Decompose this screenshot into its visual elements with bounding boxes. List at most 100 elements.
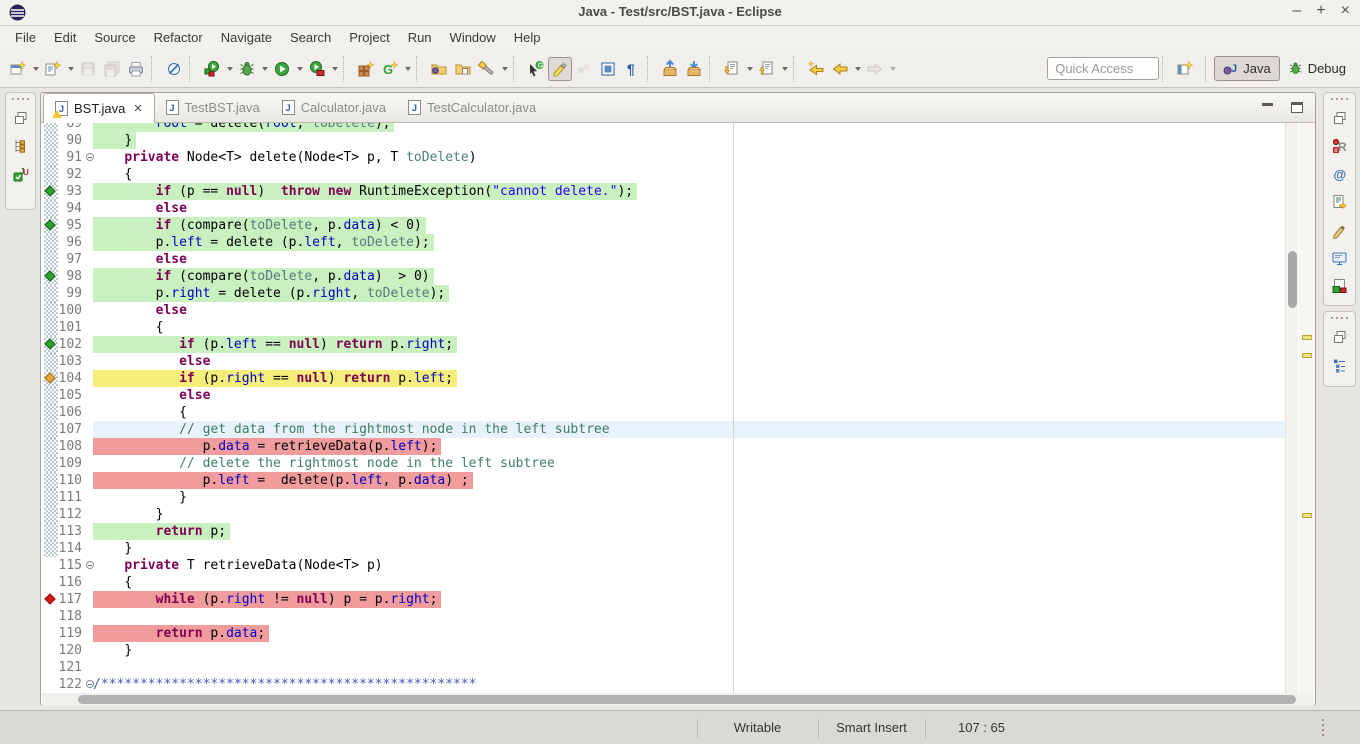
annotation-ruler-cell[interactable] xyxy=(44,268,58,285)
code-line[interactable]: 114 } xyxy=(44,540,1285,557)
code-line[interactable]: 109 // delete the rightmost node in the … xyxy=(44,455,1285,472)
generate-dropdown[interactable] xyxy=(402,57,413,81)
run-external-tools-dropdown[interactable] xyxy=(329,57,340,81)
code-line[interactable]: 100 else xyxy=(44,302,1285,319)
code-line[interactable]: 116 { xyxy=(44,574,1285,591)
line-number[interactable]: 103 xyxy=(58,353,86,370)
java-perspective-button[interactable]: J Java xyxy=(1214,56,1279,81)
annotation-ruler-cell[interactable] xyxy=(44,574,58,591)
code-line[interactable]: 90 } xyxy=(44,132,1285,149)
mark-occurrences-toggle[interactable] xyxy=(548,57,572,81)
show-source-of-element-button[interactable] xyxy=(596,57,620,81)
line-number[interactable]: 110 xyxy=(58,472,86,489)
coverage-dropdown[interactable] xyxy=(224,57,235,81)
annotation-ruler-cell[interactable] xyxy=(44,625,58,642)
dock-drag-handle[interactable] xyxy=(1331,98,1349,100)
menu-source[interactable]: Source xyxy=(85,26,144,50)
code-line[interactable]: 104 if (p.right == null) return p.left; xyxy=(44,370,1285,387)
code-line[interactable]: 110 p.left = delete(p.left, p.data) ; xyxy=(44,472,1285,489)
code-line[interactable]: 113 return p; xyxy=(44,523,1285,540)
dock-drag-handle[interactable] xyxy=(1331,317,1349,319)
code-line[interactable]: 92 { xyxy=(44,166,1285,183)
annotation-ruler-cell[interactable] xyxy=(44,642,58,659)
annotation-ruler-cell[interactable] xyxy=(44,183,58,200)
line-number[interactable]: 113 xyxy=(58,523,86,540)
last-edit-location-button[interactable] xyxy=(804,57,828,81)
line-number[interactable]: 118 xyxy=(58,608,86,625)
open-resource-button[interactable] xyxy=(451,57,475,81)
new-java-element-dropdown[interactable] xyxy=(65,57,76,81)
menu-window[interactable]: Window xyxy=(441,26,505,50)
line-number[interactable]: 101 xyxy=(58,319,86,336)
annotation-ruler-cell[interactable] xyxy=(44,659,58,676)
horizontal-scrollbar-thumb[interactable] xyxy=(78,695,1296,704)
run-external-tools-button[interactable] xyxy=(305,57,329,81)
code-line[interactable]: 108 p.data = retrieveData(p.left); xyxy=(44,438,1285,455)
print-button[interactable] xyxy=(124,57,148,81)
annotation-ruler-cell[interactable] xyxy=(44,472,58,489)
code-line[interactable]: 105 else xyxy=(44,387,1285,404)
annotation-ruler-cell[interactable] xyxy=(44,132,58,149)
code-line[interactable]: 119 return p.data; xyxy=(44,625,1285,642)
annotation-ruler-cell[interactable] xyxy=(44,302,58,319)
annotation-ruler-cell[interactable] xyxy=(44,353,58,370)
declaration-view-button[interactable] xyxy=(1329,191,1351,213)
code-line[interactable]: 89 root = delete(root, toDelete); xyxy=(44,123,1285,132)
debug-perspective-button[interactable]: Debug xyxy=(1280,56,1354,81)
line-number[interactable]: 104 xyxy=(58,370,86,387)
window-minimize-icon[interactable]: – xyxy=(1292,2,1301,20)
overview-annotation-mark[interactable] xyxy=(1302,513,1312,518)
line-number[interactable]: 120 xyxy=(58,642,86,659)
annotation-ruler-cell[interactable] xyxy=(44,404,58,421)
console-view-button[interactable] xyxy=(1329,247,1351,269)
expressions-view-button[interactable]: Rx xyxy=(1329,135,1351,157)
tab-calculator-java[interactable]: J Calculator.java xyxy=(271,93,397,122)
annotation-ruler-cell[interactable] xyxy=(44,438,58,455)
download-button[interactable] xyxy=(682,57,706,81)
code-line[interactable]: 102 if (p.left == null) return p.right; xyxy=(44,336,1285,353)
show-whitespace-button[interactable]: ¶ xyxy=(620,57,644,81)
line-number[interactable]: 89 xyxy=(58,123,86,132)
search-button[interactable] xyxy=(475,57,499,81)
line-number[interactable]: 119 xyxy=(58,625,86,642)
back-dropdown[interactable] xyxy=(852,57,863,81)
line-number[interactable]: 108 xyxy=(58,438,86,455)
code-line[interactable]: 122/************************************… xyxy=(44,676,1285,693)
debug-dropdown[interactable] xyxy=(259,57,270,81)
line-number[interactable]: 99 xyxy=(58,285,86,302)
line-number[interactable]: 122 xyxy=(58,676,86,693)
tab-bst-java[interactable]: J BST.java ✕ xyxy=(43,93,155,123)
open-type-button[interactable] xyxy=(427,57,451,81)
dock-drag-handle[interactable] xyxy=(12,98,30,100)
line-number[interactable]: 114 xyxy=(58,540,86,557)
code-line[interactable]: 115 private T retrieveData(Node<T> p) xyxy=(44,557,1285,574)
skip-breakpoints-button[interactable] xyxy=(162,57,186,81)
next-annotation-dropdown[interactable] xyxy=(744,57,755,81)
window-maximize-icon[interactable]: + xyxy=(1316,2,1325,20)
annotation-ruler-cell[interactable] xyxy=(44,608,58,625)
next-annotation-button[interactable] xyxy=(720,57,744,81)
restore-views-button[interactable] xyxy=(1329,107,1351,129)
annotation-ruler-cell[interactable] xyxy=(44,319,58,336)
code-line[interactable]: 101 { xyxy=(44,319,1285,336)
new-java-element-button[interactable] xyxy=(41,57,65,81)
code-line[interactable]: 93 if (p == null) throw new RuntimeExcep… xyxy=(44,183,1285,200)
new-wizard-dropdown[interactable] xyxy=(30,57,41,81)
code-line[interactable]: 95 if (compare(toDelete, p.data) < 0) xyxy=(44,217,1285,234)
vertical-scrollbar-thumb[interactable] xyxy=(1288,251,1297,308)
annotation-pen-view-button[interactable] xyxy=(1329,219,1351,241)
window-close-icon[interactable]: × xyxy=(1341,2,1350,20)
menu-edit[interactable]: Edit xyxy=(45,26,85,50)
line-number[interactable]: 93 xyxy=(58,183,86,200)
line-number[interactable]: 96 xyxy=(58,234,86,251)
annotation-ruler-cell[interactable] xyxy=(44,251,58,268)
javadoc-view-button[interactable]: @ xyxy=(1329,163,1351,185)
tab-testcalculator-java[interactable]: J TestCalculator.java xyxy=(397,93,547,122)
quick-access-input[interactable] xyxy=(1047,57,1159,80)
annotation-ruler-cell[interactable] xyxy=(44,489,58,506)
menu-file[interactable]: File xyxy=(6,26,45,50)
annotation-ruler-cell[interactable] xyxy=(44,234,58,251)
annotation-ruler-cell[interactable] xyxy=(44,591,58,608)
restore-views-button[interactable] xyxy=(10,107,32,129)
coverage-button[interactable] xyxy=(200,57,224,81)
